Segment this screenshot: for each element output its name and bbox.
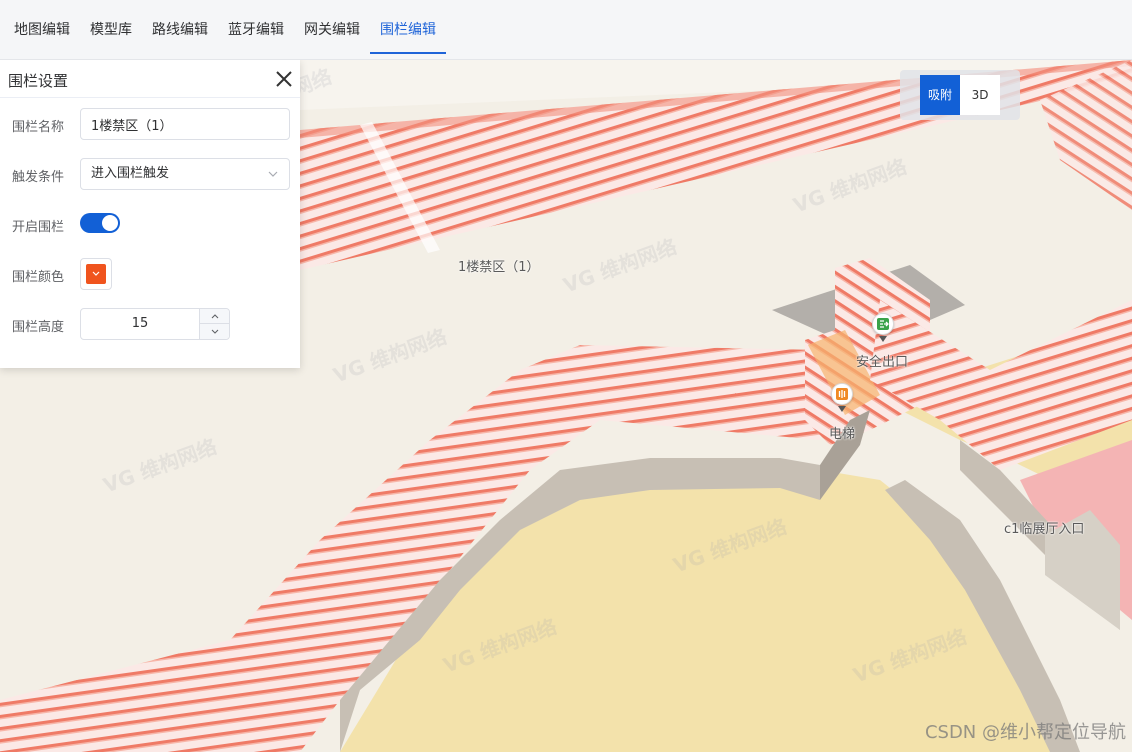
trigger-select-value: 进入围栏触发	[91, 166, 170, 181]
panel-title: 围栏设置	[8, 72, 69, 90]
chevron-down-icon	[268, 171, 278, 177]
panel-header: 围栏设置	[0, 60, 300, 98]
color-swatch	[86, 264, 106, 284]
increase-button[interactable]	[199, 309, 229, 324]
elevator-label: 电梯	[829, 427, 856, 442]
fence-name-label: 1楼禁区（1）	[458, 260, 540, 275]
tab-route-edit[interactable]: 路线编辑	[152, 0, 208, 52]
tab-bluetooth-edit[interactable]: 蓝牙编辑	[228, 0, 284, 52]
fence-color-picker[interactable]	[80, 258, 112, 290]
credit-text: CSDN @维小帮定位导航	[924, 722, 1126, 743]
trigger-label: 触发条件	[12, 170, 65, 185]
enable-label: 开启围栏	[12, 220, 65, 235]
3d-button[interactable]: 3D	[960, 75, 1000, 115]
height-label: 围栏高度	[12, 320, 65, 335]
exit-label: 安全出口	[856, 355, 909, 370]
close-icon[interactable]	[274, 69, 294, 89]
hall-entrance-label: c1临展厅入口	[1004, 522, 1085, 537]
chevron-down-icon	[211, 329, 219, 334]
enable-fence-switch[interactable]	[80, 213, 120, 233]
fence-name-label: 围栏名称	[12, 120, 65, 135]
chevron-down-icon	[92, 271, 100, 276]
fence-settings-panel: 围栏设置 围栏名称 触发条件 进入围栏触发 开启围栏 围栏颜色 围栏高度	[0, 60, 300, 368]
switch-knob	[102, 215, 118, 231]
chevron-up-icon	[211, 314, 219, 319]
exit-icon[interactable]	[872, 313, 894, 335]
color-label: 围栏颜色	[12, 270, 65, 285]
fence-height-input[interactable]	[81, 309, 199, 339]
tab-model-library[interactable]: 模型库	[90, 0, 132, 52]
elevator-icon[interactable]	[831, 383, 853, 405]
decrease-button[interactable]	[199, 324, 229, 339]
top-tab-bar: 地图编辑 模型库 路线编辑 蓝牙编辑 网关编辑 围栏编辑	[0, 0, 1132, 60]
view-mode-toggle: 吸附 3D	[900, 70, 1020, 120]
tab-fence-edit[interactable]: 围栏编辑	[370, 0, 446, 54]
snap-button[interactable]: 吸附	[920, 75, 960, 115]
tab-map-edit[interactable]: 地图编辑	[14, 0, 70, 52]
tab-gateway-edit[interactable]: 网关编辑	[304, 0, 360, 52]
fence-name-input[interactable]	[80, 108, 290, 140]
fence-height-stepper	[80, 308, 230, 340]
trigger-select[interactable]: 进入围栏触发	[80, 158, 290, 190]
